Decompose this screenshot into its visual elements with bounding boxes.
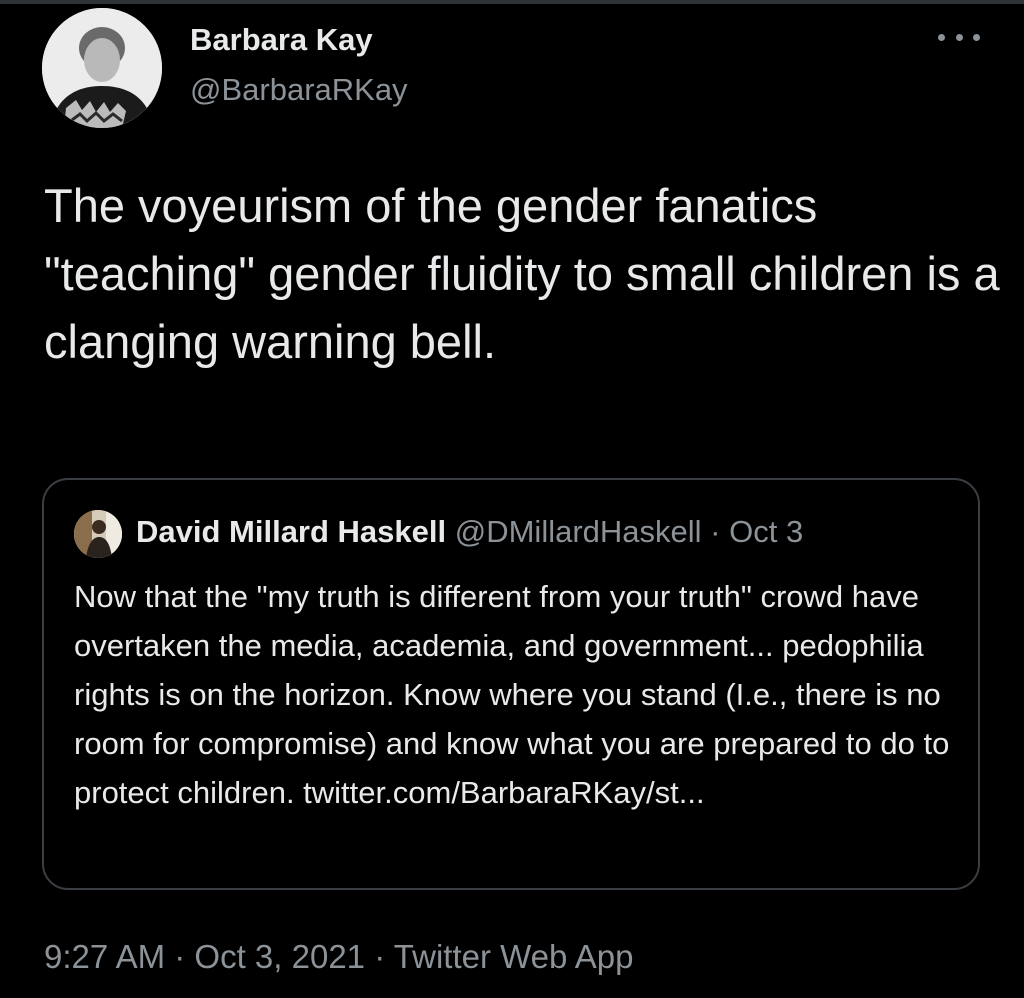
author-handle[interactable]: @BarbaraRKay bbox=[190, 72, 408, 108]
tweet-source[interactable]: Twitter Web App bbox=[394, 938, 634, 975]
quoted-tweet-text: Now that the "my truth is different from… bbox=[74, 579, 950, 810]
dot bbox=[938, 33, 945, 41]
tweet-text: The voyeurism of the gender fanatics "te… bbox=[44, 179, 1000, 368]
quoted-author-display-name[interactable]: David Millard Haskell bbox=[136, 514, 446, 549]
quoted-tweet-date[interactable]: Oct 3 bbox=[729, 514, 803, 549]
quoted-author-avatar[interactable] bbox=[74, 510, 122, 558]
tweet-metadata: 9:27 AM · Oct 3, 2021 · Twitter Web App bbox=[44, 938, 633, 976]
profile-photo-icon bbox=[74, 510, 122, 558]
separator: · bbox=[174, 938, 186, 975]
quoted-tweet-header: David Millard Haskell @DMillardHaskell ·… bbox=[136, 514, 803, 550]
author-display-name[interactable]: Barbara Kay bbox=[190, 22, 373, 58]
quoted-author-handle[interactable]: @DMillardHaskell bbox=[455, 514, 702, 549]
tweet-date[interactable]: Oct 3, 2021 bbox=[194, 938, 365, 975]
tweet-time[interactable]: 9:27 AM bbox=[44, 938, 165, 975]
separator: · bbox=[374, 938, 386, 975]
quoted-tweet-card[interactable]: David Millard Haskell @DMillardHaskell ·… bbox=[42, 478, 980, 890]
more-options-icon[interactable] bbox=[938, 22, 980, 52]
author-avatar[interactable] bbox=[42, 8, 162, 128]
top-divider bbox=[0, 0, 1024, 4]
separator: · bbox=[710, 514, 721, 549]
dot bbox=[973, 33, 980, 41]
dot bbox=[955, 33, 963, 41]
profile-photo-icon bbox=[42, 8, 162, 128]
